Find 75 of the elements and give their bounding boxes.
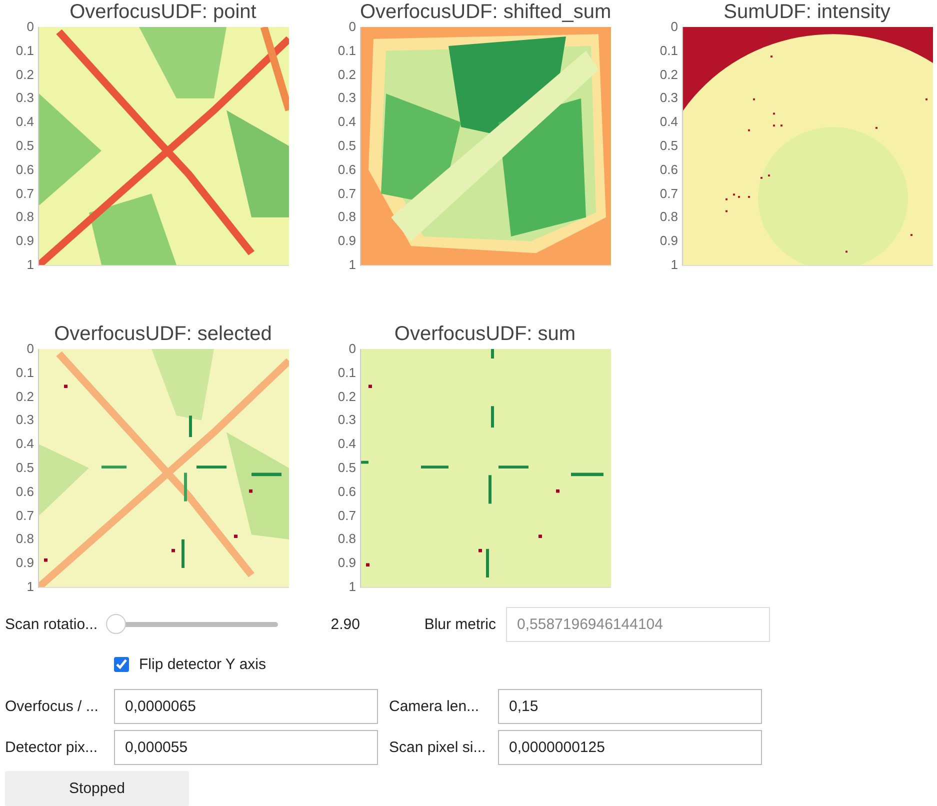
axis-tick-label: 0.6 bbox=[338, 162, 356, 177]
axis-tick-label: 0.8 bbox=[338, 532, 356, 546]
axis-tick-label: 0.3 bbox=[660, 91, 678, 106]
field-label: Blur metric bbox=[423, 616, 497, 632]
field-label: Scan pixel si... bbox=[388, 739, 487, 756]
axis-tick-label: 0.1 bbox=[338, 44, 356, 58]
axis-tick-label: 0.2 bbox=[16, 68, 34, 82]
axis-tick-label: 0.3 bbox=[16, 413, 34, 428]
axis-tick-label: 0.2 bbox=[16, 390, 34, 404]
axis-tick-label: 0.3 bbox=[338, 413, 356, 428]
axis-tick-label: 0.5 bbox=[338, 460, 356, 475]
axis-tick-label: 0.6 bbox=[660, 162, 678, 177]
axis-tick-label: 0.7 bbox=[16, 186, 34, 201]
stopped-button[interactable]: Stopped bbox=[5, 770, 189, 806]
input-field[interactable]: 0,000055 bbox=[114, 730, 378, 765]
checkbox-label: Flip detector Y axis bbox=[139, 656, 266, 672]
field-label: Detector pix... bbox=[4, 739, 99, 756]
axis-tick-label: 0.1 bbox=[16, 44, 34, 58]
input-field[interactable]: 0,0000000125 bbox=[498, 730, 762, 765]
axis-tick-label: 0.2 bbox=[338, 68, 356, 82]
axis-tick-label: 0.6 bbox=[338, 484, 356, 499]
axis-tick-label: 0 bbox=[670, 20, 678, 34]
axis-tick-label: 0.4 bbox=[16, 115, 34, 130]
input-field[interactable]: 0,15 bbox=[498, 689, 762, 724]
axis-tick-label: 0.2 bbox=[660, 68, 678, 82]
axis-tick-label: 0.8 bbox=[660, 210, 678, 224]
axis-tick-label: 0.5 bbox=[660, 138, 678, 153]
axis-tick-label: 0.9 bbox=[338, 556, 356, 570]
axis-tick-label: 0.7 bbox=[660, 186, 678, 201]
axis-tick-label: 1 bbox=[348, 258, 356, 272]
plot-title: OverfocusUDF: selected bbox=[54, 323, 272, 345]
axis-tick-label: 0 bbox=[26, 20, 34, 34]
checkbox[interactable] bbox=[114, 656, 129, 672]
axis-tick-label: 0.9 bbox=[338, 234, 356, 248]
slider-label: Scan rotatio... bbox=[4, 616, 99, 632]
slider-thumb[interactable] bbox=[106, 614, 126, 634]
axis-tick-label: 0.4 bbox=[16, 437, 34, 452]
axis-tick-label: 1 bbox=[348, 580, 356, 594]
axis-tick-label: 0 bbox=[26, 342, 34, 356]
axis-tick-label: 1 bbox=[670, 258, 678, 272]
field-label: Camera len... bbox=[388, 698, 480, 715]
plot-title: OverfocusUDF: point bbox=[70, 1, 256, 23]
axis-tick-label: 0.5 bbox=[16, 460, 34, 475]
field-label: Overfocus / ... bbox=[4, 698, 100, 715]
axis-tick-label: 0.1 bbox=[660, 44, 678, 58]
axis-tick-label: 0.3 bbox=[338, 91, 356, 106]
plot-title: OverfocusUDF: sum bbox=[394, 323, 576, 345]
axis-tick-label: 0.4 bbox=[338, 437, 356, 452]
axis-tick-label: 0.5 bbox=[16, 138, 34, 153]
axis-tick-label: 0 bbox=[348, 20, 356, 34]
axis-tick-label: 0.9 bbox=[660, 234, 678, 248]
axis-tick-label: 0.6 bbox=[16, 484, 34, 499]
axis-tick-label: 0.7 bbox=[338, 186, 356, 201]
axis-tick-label: 0.9 bbox=[16, 556, 34, 570]
slider-reading: 2.90 bbox=[330, 616, 360, 632]
axis-tick-label: 0.9 bbox=[16, 234, 34, 248]
axis-tick-label: 0.2 bbox=[338, 390, 356, 404]
axis-tick-label: 0.8 bbox=[16, 210, 34, 224]
axis-tick-label: 0.5 bbox=[338, 138, 356, 153]
input-field[interactable]: 0,0000065 bbox=[114, 689, 378, 724]
axis-tick-label: 0.6 bbox=[16, 162, 34, 177]
axis-tick-label: 0.8 bbox=[16, 532, 34, 546]
axis-tick-label: 0.8 bbox=[338, 210, 356, 224]
axis-tick-label: 0.7 bbox=[338, 508, 356, 523]
axis-tick-label: 0.4 bbox=[338, 115, 356, 130]
axis-tick-label: 0.1 bbox=[16, 366, 34, 380]
axis-tick-label: 0.7 bbox=[16, 508, 34, 523]
axis-tick-label: 0 bbox=[348, 342, 356, 356]
plot-title: SumUDF: intensity bbox=[724, 1, 890, 23]
plot-title: OverfocusUDF: shifted_sum bbox=[360, 1, 612, 23]
axis-tick-label: 0.4 bbox=[660, 115, 678, 130]
axis-tick-label: 0.1 bbox=[338, 366, 356, 380]
axis-tick-label: 0.3 bbox=[16, 91, 34, 106]
axis-tick-label: 1 bbox=[26, 258, 34, 272]
axis-tick-label: 1 bbox=[26, 580, 34, 594]
